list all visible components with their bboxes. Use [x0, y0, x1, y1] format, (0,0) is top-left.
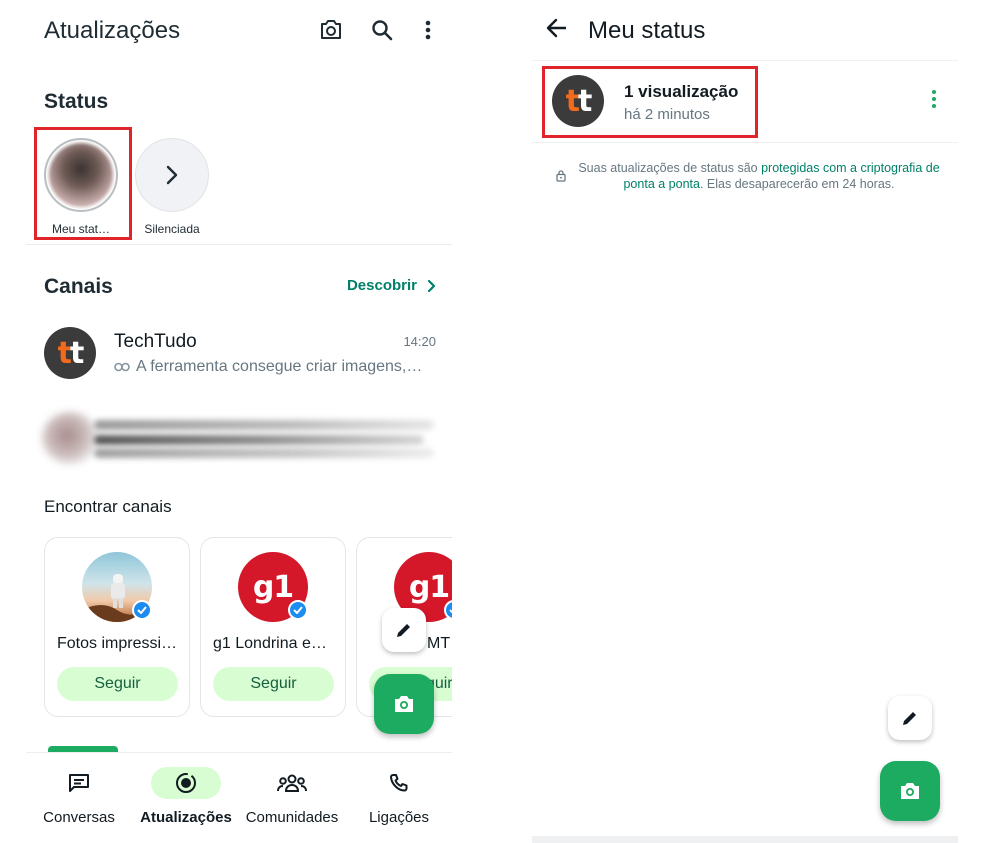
card-channel-name: Fotos impressi… [57, 635, 178, 652]
channel-time: 14:20 [403, 334, 436, 349]
camera-icon[interactable] [317, 16, 345, 44]
bottom-bar [532, 836, 958, 843]
status-label: Silenciada [144, 222, 200, 236]
nav-label: Ligações [368, 809, 430, 826]
nav-label: Comunidades [245, 809, 339, 826]
blurred-text [94, 448, 434, 458]
highlight-frame [542, 66, 758, 138]
channel-card[interactable]: Fotos impressi… Seguir [44, 537, 190, 717]
lock-icon [556, 170, 566, 182]
nav-item-conversas[interactable]: Conversas [26, 767, 132, 826]
back-arrow-icon[interactable] [546, 18, 568, 43]
discover-label: Descobrir [346, 277, 417, 294]
nav-label: Conversas [43, 809, 115, 826]
more-vertical-icon[interactable] [932, 90, 936, 108]
my-status-screen: Meu status tt 1 visualização há 2 minuto… [532, 0, 958, 843]
channel-card[interactable]: g1 g1 Londrina e… Seguir [200, 537, 346, 717]
channel-name: TechTudo [114, 331, 197, 352]
camera-icon [395, 696, 413, 712]
updates-screen: Atualizações Status Meu stat… Silenciada… [26, 0, 452, 843]
page-title: Atualizações [44, 17, 181, 44]
blurred-avatar [42, 412, 98, 464]
card-channel-name: g1 Londrina e… [213, 635, 327, 652]
chevron-right-icon [135, 138, 209, 212]
channel-last-message: A ferramenta consegue criar imagens,… [114, 358, 422, 376]
nav-item-atualizacoes[interactable]: Atualizações [133, 767, 239, 826]
camera-fab-button[interactable] [880, 761, 940, 821]
divider [532, 142, 958, 143]
calls-icon [364, 767, 434, 799]
blurred-text [94, 420, 434, 430]
blurred-channel-row[interactable] [34, 408, 444, 466]
channel-row-techtudo[interactable]: tt TechTudo 14:20 A ferramenta consegue … [44, 327, 436, 383]
bottom-navigation: Conversas Atualizações Comunidades Ligaç… [26, 752, 452, 843]
encryption-text: Suas atualizações de status são [578, 161, 762, 175]
encryption-note: Suas atualizações de status são protegid… [556, 160, 946, 192]
verified-badge-icon [132, 600, 152, 620]
muted-status-item[interactable]: Silenciada [135, 138, 209, 236]
more-vertical-icon[interactable] [414, 16, 442, 44]
updates-icon [151, 767, 221, 799]
divider [26, 244, 452, 245]
status-section-title: Status [44, 90, 109, 113]
camera-fab-button[interactable] [374, 674, 434, 734]
encryption-text: . Elas desaparecerão em 24 horas. [699, 177, 895, 191]
card-channel-name: MT [427, 635, 451, 652]
camera-icon [901, 783, 919, 799]
divider [532, 60, 958, 61]
search-icon[interactable] [368, 16, 396, 44]
discover-button[interactable]: Descobrir [347, 277, 436, 294]
chevron-right-icon [427, 279, 436, 292]
chats-icon [44, 767, 114, 799]
pencil-icon[interactable] [382, 608, 426, 652]
follow-button[interactable]: Seguir [213, 667, 334, 701]
communities-icon [257, 767, 327, 799]
nav-item-ligacoes[interactable]: Ligações [346, 767, 452, 826]
nav-item-comunidades[interactable]: Comunidades [239, 767, 345, 826]
verified-badge-icon [288, 600, 308, 620]
nav-label: Atualizações [140, 809, 232, 826]
highlight-frame [34, 127, 132, 240]
blurred-text [94, 435, 424, 445]
find-channels-title: Encontrar canais [44, 497, 172, 516]
follow-button[interactable]: Seguir [57, 667, 178, 701]
page-title: Meu status [588, 17, 706, 44]
link-icon [114, 362, 130, 372]
techtudo-logo: tt [44, 327, 96, 379]
pencil-icon[interactable] [888, 696, 932, 740]
channels-section-title: Canais [44, 275, 113, 298]
